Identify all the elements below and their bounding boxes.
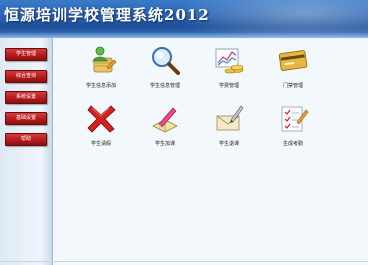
envelope-pen-icon: [216, 105, 244, 131]
sidebar-item-basic-settings[interactable]: 基础设置: [5, 112, 47, 125]
magnifier-icon: [152, 47, 180, 75]
checklist-icon: [281, 106, 309, 132]
red-x-icon: [87, 105, 116, 133]
pencil-book-icon: [152, 107, 178, 133]
main-panel: 学生信息添加 学生信息管理 学费管理 门禁管理 学生请假 学生加课 学生退课 生…: [53, 38, 368, 265]
sidebar-item-system-settings[interactable]: 系统设置: [5, 91, 47, 104]
tile-label: 学生退课: [218, 141, 239, 147]
header-banner: 恒源培训学校管理系统2012: [0, 0, 368, 38]
tile-label: 门禁管理: [282, 83, 303, 89]
tile-manage-student[interactable]: 学生信息管理: [135, 44, 195, 96]
tile-label: 学费管理: [218, 83, 239, 89]
tile-add-student[interactable]: 学生信息添加: [71, 44, 131, 96]
tile-label: 生成考勤: [282, 141, 303, 147]
tile-add-class[interactable]: 学生加课: [135, 102, 195, 154]
sidebar: 学生管理 综合查询 系统设置 基础设置 帮助: [0, 38, 53, 265]
app-window: 恒源培训学校管理系统2012 学生管理 综合查询 系统设置 基础设置 帮助 学生…: [0, 0, 368, 265]
tile-tuition[interactable]: 学费管理: [199, 44, 259, 96]
footer-divider: [0, 261, 368, 262]
tile-label: 学生加课: [154, 141, 175, 147]
tile-student-leave[interactable]: 学生请假: [71, 102, 131, 154]
tile-label: 学生信息管理: [149, 83, 180, 89]
app-title: 恒源培训学校管理系统2012: [4, 6, 210, 24]
sidebar-item-help[interactable]: 帮助: [5, 133, 47, 146]
card-icon: [278, 50, 308, 71]
chart-money-icon: [215, 48, 244, 74]
tile-attendance[interactable]: 生成考勤: [263, 102, 323, 154]
tile-label: 学生信息添加: [85, 83, 116, 89]
tile-label: 学生请假: [90, 141, 111, 147]
tile-drop-class[interactable]: 学生退课: [199, 102, 259, 154]
sidebar-item-comprehensive-query[interactable]: 综合查询: [5, 70, 47, 83]
user-add-icon: [92, 46, 117, 73]
tile-access-control[interactable]: 门禁管理: [263, 44, 323, 96]
sidebar-item-student-management[interactable]: 学生管理: [5, 48, 47, 61]
